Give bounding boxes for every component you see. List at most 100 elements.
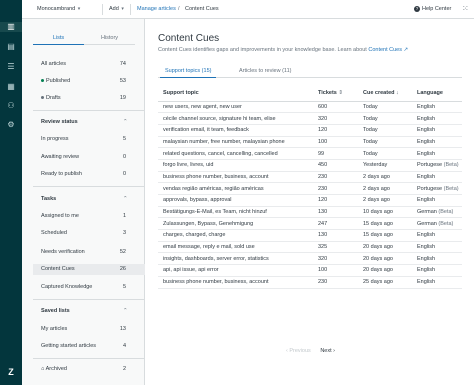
table-row[interactable]: business phone number, business, account… <box>158 171 462 184</box>
cell-topic: Bestätigungs-E-Mail, es Team, nicht hinz… <box>158 206 313 219</box>
cell-language: English <box>412 101 462 114</box>
sidebar-item-awaiting-review[interactable]: Awaiting review 0 <box>41 152 145 163</box>
sidebar-item-captured-knowledge[interactable]: Captured Knowledge 5 <box>41 282 145 293</box>
cell-topic: business phone number, business, account <box>158 276 313 289</box>
cell-cue-created: 2 days ago <box>358 171 412 184</box>
sidebar-item-getting-started[interactable]: Getting started articles 4 <box>41 341 145 352</box>
cell-cue-created: 2 days ago <box>358 182 412 195</box>
column-header-language: Language <box>412 85 462 102</box>
breadcrumb-current: Content Cues <box>185 6 219 12</box>
help-center-link[interactable]: ? Help Center <box>414 6 451 12</box>
section-review-status[interactable]: Review status ⌃ <box>41 119 128 125</box>
book-icon[interactable]: ▤ <box>6 42 16 52</box>
page-description: Content Cues identifies gaps and improve… <box>158 47 409 53</box>
cell-cue-created: Today <box>358 147 412 160</box>
cell-cue-created: 25 days ago <box>358 276 412 289</box>
table-row[interactable]: insights, dashboards, server error, stat… <box>158 252 462 266</box>
tab-articles-to-review[interactable]: Articles to review (11) <box>234 66 296 78</box>
sidebar-item-ready-to-publish[interactable]: Ready to publish 0 <box>41 169 145 180</box>
cell-topic: new users, new agent, new user <box>158 101 313 114</box>
zendesk-logo[interactable]: Z <box>5 367 17 377</box>
cell-language: English <box>412 241 462 254</box>
pagination: ‹ Previous Next › <box>286 348 335 354</box>
next-page-button[interactable]: Next › <box>320 348 335 354</box>
cell-language: German (Beta) <box>412 217 462 231</box>
table-row[interactable]: related questions, cancel, cancelling, c… <box>158 147 462 160</box>
cell-topic: vendas região américas, região américas <box>158 182 313 195</box>
table-row[interactable]: new users, new agent, new user 600 Today En… <box>158 101 462 114</box>
table-row[interactable]: Zulassungen, Bypass, Genehmigung 247 15 da… <box>158 217 462 231</box>
table-row[interactable]: verification email, it team, feedback 120… <box>158 124 462 137</box>
cell-cue-created: Yesterday <box>358 159 412 172</box>
breadcrumb-manage-articles[interactable]: Manage articles <box>137 6 176 12</box>
sidebar-item-published[interactable]: Published 53 <box>41 76 145 87</box>
cell-language: English <box>412 171 462 184</box>
table-row[interactable]: Bestätigungs-E-Mail, es Team, nicht hinz… <box>158 206 462 219</box>
section-saved-lists[interactable]: Saved lists ⌃ <box>41 308 128 314</box>
help-icon: ? <box>414 6 420 12</box>
cell-topic: email message, reply e mail, sold use <box>158 241 313 254</box>
chevron-down-icon: ▾ <box>121 6 124 12</box>
column-header-support-topic: Support topic <box>158 85 313 102</box>
cell-tickets: 100 <box>313 136 358 149</box>
cell-language: English <box>412 276 462 289</box>
guide-icon[interactable]: ▥ <box>0 22 22 32</box>
add-menu[interactable]: Add ▾ <box>109 6 124 12</box>
column-header-cue-created[interactable]: Cue created ↓ <box>358 85 412 102</box>
external-link-icon: ↗ <box>403 47 409 53</box>
cell-cue-created: Today <box>358 101 412 114</box>
table-row[interactable]: forgo livre, livres, uid 450 Yesterday Port… <box>158 159 462 172</box>
column-header-tickets[interactable]: Tickets ⇕ <box>313 85 358 102</box>
sidebar-item-drafts[interactable]: Drafts 19 <box>41 93 145 104</box>
settings-icon[interactable]: ⚙ <box>6 120 16 130</box>
page-title: Content Cues <box>158 33 220 44</box>
sidebar-item-in-progress[interactable]: In progress 5 <box>41 134 145 145</box>
table-row[interactable]: vendas região américas, região américas 2… <box>158 182 462 195</box>
learn-more-link[interactable]: Content Cues ↗ <box>368 47 408 53</box>
brand-switcher[interactable]: Monocambrand ▾ <box>37 6 80 12</box>
main-tabs: Support topics (15) Articles to review (… <box>158 66 462 78</box>
cell-topic: malaysian number, free number, malaysian… <box>158 136 313 149</box>
arrangement-icon[interactable]: ▦ <box>6 82 16 92</box>
sidebar-item-scheduled[interactable]: Scheduled 3 <box>41 228 145 239</box>
section-tasks[interactable]: Tasks ⌃ <box>41 196 128 202</box>
cell-topic: insights, dashboards, server error, stat… <box>158 252 313 266</box>
table-row[interactable]: cécile channel source, signature hi team… <box>158 112 462 125</box>
table-row[interactable]: malaysian number, free number, malaysian… <box>158 136 462 149</box>
table-header-row: Support topic Tickets ⇕ Cue created ↓ La… <box>158 85 462 102</box>
sidebar-item-all-articles[interactable]: All articles 74 <box>41 59 145 70</box>
cell-topic: business phone number, business, account <box>158 171 313 184</box>
product-tray-icon[interactable]: ⁙ <box>462 5 470 13</box>
chevron-up-icon: ⌃ <box>123 119 128 125</box>
cell-topic: api, api issue, api error <box>158 264 313 277</box>
sidebar-item-archived[interactable]: ⌂ Archived 2 <box>41 364 145 375</box>
cell-cue-created: 10 days ago <box>358 206 412 219</box>
sidebar-item-needs-verification[interactable]: Needs verification 52 <box>41 247 145 258</box>
sidebar-item-assigned-to-me[interactable]: Assigned to me 1 <box>41 211 145 222</box>
previous-page-button[interactable]: ‹ Previous <box>286 348 311 354</box>
chevron-down-icon: ▾ <box>77 6 81 12</box>
cell-language: English <box>412 229 462 242</box>
table-row[interactable]: charges, charged, charge 130 15 days ago En… <box>158 229 462 242</box>
cell-topic: cécile channel source, signature hi team… <box>158 112 313 125</box>
cell-tickets: 99 <box>313 147 358 160</box>
table-row[interactable]: business phone number, business, account… <box>158 276 462 289</box>
users-icon[interactable]: ⚇ <box>6 101 16 111</box>
cell-cue-created: 2 days ago <box>358 194 412 207</box>
table-row[interactable]: approvals, bypass, approval 120 2 days ago… <box>158 194 462 207</box>
sidebar-item-content-cues[interactable]: Content Cues 26 <box>33 264 145 275</box>
tab-support-topics[interactable]: Support topics (15) <box>160 66 217 78</box>
cell-tickets: 325 <box>313 241 358 254</box>
table-row[interactable]: api, api issue, api error 100 20 days ago E… <box>158 264 462 277</box>
cell-tickets: 450 <box>313 159 358 172</box>
cell-language: English <box>412 252 462 266</box>
tab-lists[interactable]: Lists <box>33 33 84 45</box>
sidebar-item-my-articles[interactable]: My articles 13 <box>41 324 145 335</box>
cell-topic: forgo livre, livres, uid <box>158 159 313 172</box>
table-row[interactable]: email message, reply e mail, sold use 325… <box>158 241 462 254</box>
tab-history[interactable]: History <box>84 33 135 45</box>
status-dot <box>41 96 44 100</box>
divider <box>102 4 103 15</box>
cell-tickets: 600 <box>313 101 358 114</box>
list-icon[interactable]: ☰ <box>6 62 16 72</box>
